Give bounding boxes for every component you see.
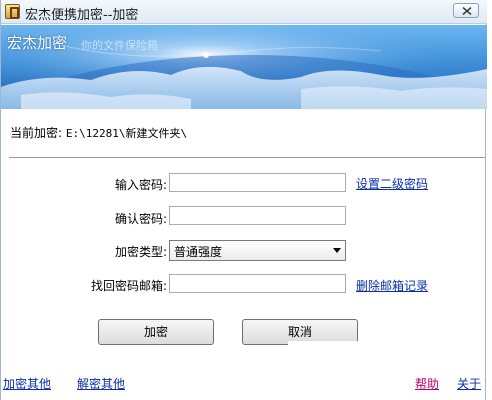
globe-graphic (1, 25, 487, 109)
password-input[interactable] (169, 173, 346, 192)
globe-banner: 宏杰加密 你的文件保险箱 (1, 25, 487, 109)
help-link[interactable]: 帮助 (415, 375, 439, 392)
encrypt-button[interactable]: 加密 (98, 319, 214, 345)
current-path-label: 当前加密: (10, 126, 63, 140)
white-overlay (288, 341, 475, 400)
set-secondary-password-link[interactable]: 设置二级密码 (356, 175, 428, 192)
password-label: 输入密码: (114, 178, 167, 192)
banner-title: 宏杰加密 (7, 34, 68, 52)
encrypt-type-select[interactable]: 普通强度 (169, 240, 346, 261)
encrypt-window: 宏杰便携加密--加密 宏杰加密 你的文件保险箱 当前加密: E:\12281\新… (0, 0, 487, 400)
confirm-password-label: 确认密码: (114, 212, 167, 226)
about-link[interactable]: 关于 (457, 375, 481, 392)
banner-subtitle: 你的文件保险箱 (81, 39, 158, 52)
encrypt-type-label: 加密类型: (114, 245, 167, 259)
recovery-email-input[interactable] (169, 274, 346, 293)
encrypt-type-value: 普通强度 (174, 245, 223, 259)
current-encrypt-path: 当前加密: E:\12281\新建文件夹\ (10, 124, 187, 141)
encrypt-other-link[interactable]: 加密其他 (3, 375, 51, 392)
delete-email-record-link[interactable]: 删除邮箱记录 (356, 277, 428, 294)
lock-app-icon (5, 4, 20, 19)
window-title: 宏杰便携加密--加密 (25, 8, 139, 23)
confirm-password-input[interactable] (169, 206, 346, 225)
close-button[interactable] (453, 3, 479, 18)
decrypt-other-link[interactable]: 解密其他 (77, 375, 125, 392)
title-bar: 宏杰便携加密--加密 (1, 0, 487, 24)
current-path-value: E:\12281\新建文件夹\ (65, 127, 188, 140)
close-icon (462, 7, 472, 15)
divider (9, 157, 485, 158)
recovery-email-label: 找回密码邮箱: (90, 279, 167, 293)
chevron-down-icon (333, 248, 341, 253)
